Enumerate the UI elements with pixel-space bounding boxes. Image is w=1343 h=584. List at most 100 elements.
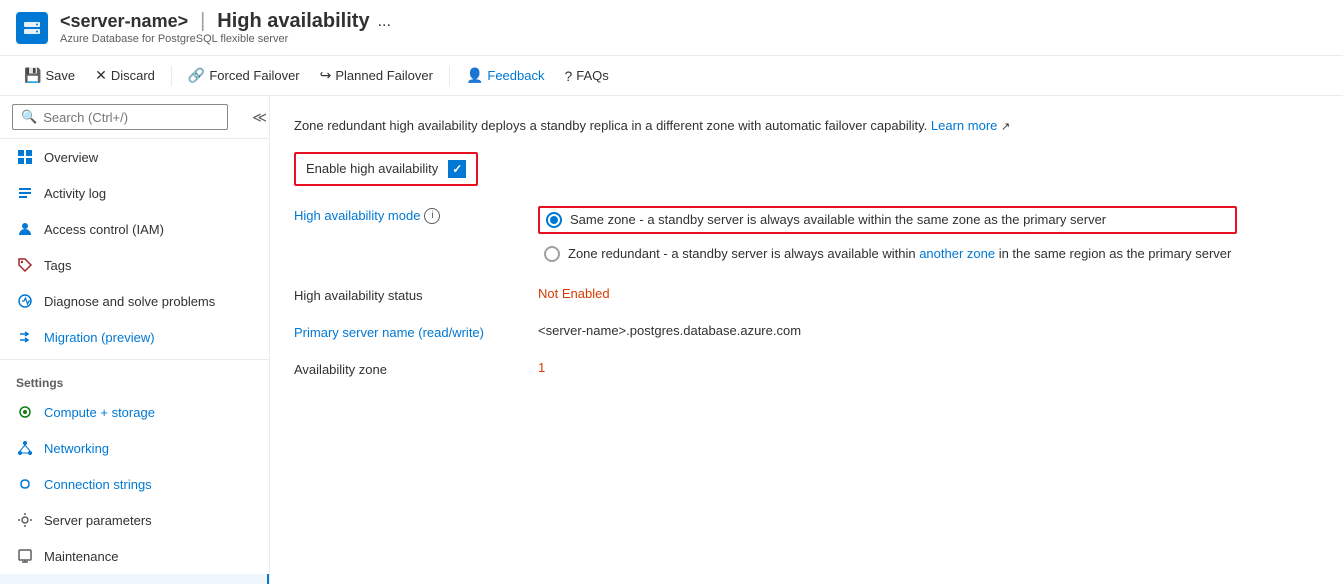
feedback-label: Feedback xyxy=(487,68,544,83)
primary-server-row: Primary server name (read/write) <server… xyxy=(294,323,1319,340)
sidebar-item-overview[interactable]: Overview xyxy=(0,139,269,175)
header-separator: | xyxy=(200,10,205,33)
zone-redundant-label: Zone redundant - a standby server is alw… xyxy=(568,246,1231,261)
availability-zone-label: Availability zone xyxy=(294,360,514,377)
toolbar: 💾 Save ✕ Discard 🔗 Forced Failover ↪ Pla… xyxy=(0,56,1343,96)
sidebar-item-high-availability[interactable]: High availability xyxy=(0,574,269,584)
toolbar-sep-2 xyxy=(449,66,450,86)
ha-mode-info-icon[interactable]: i xyxy=(424,208,440,224)
search-box[interactable]: 🔍 xyxy=(12,104,228,130)
diagnose-icon xyxy=(16,292,34,310)
availability-zone-value: 1 xyxy=(538,360,545,375)
ha-mode-zone-redundant[interactable]: Zone redundant - a standby server is alw… xyxy=(538,242,1237,266)
availability-zone-row: Availability zone 1 xyxy=(294,360,1319,377)
maintenance-icon xyxy=(16,547,34,565)
forced-failover-button[interactable]: 🔗 Forced Failover xyxy=(180,62,308,89)
nav-divider-1 xyxy=(0,359,269,360)
main-content: Zone redundant high availability deploys… xyxy=(270,96,1343,584)
sidebar-item-connection-strings[interactable]: Connection strings xyxy=(0,466,269,502)
faqs-button[interactable]: ? FAQs xyxy=(556,63,616,89)
enable-ha-label: Enable high availability xyxy=(306,161,438,176)
primary-server-label: Primary server name (read/write) xyxy=(294,323,514,340)
save-button[interactable]: 💾 Save xyxy=(16,62,83,89)
planned-failover-icon: ↪ xyxy=(320,67,332,84)
enable-ha-container[interactable]: Enable high availability xyxy=(294,152,478,186)
save-icon: 💾 xyxy=(24,67,41,84)
header-ellipsis-menu[interactable]: ... xyxy=(378,13,391,31)
server-parameters-icon xyxy=(16,511,34,529)
server-name: <server-name> xyxy=(60,11,188,32)
sidebar: 🔍 ≪ Overview Activity log Access control… xyxy=(0,96,270,584)
description-text: Zone redundant high availability deploys… xyxy=(294,116,1319,136)
sidebar-item-server-parameters-label: Server parameters xyxy=(44,513,152,528)
ha-mode-label-text: High availability mode xyxy=(294,208,420,223)
sidebar-item-activity-log-label: Activity log xyxy=(44,186,106,201)
sidebar-item-migration[interactable]: Migration (preview) xyxy=(0,319,269,355)
main-layout: 🔍 ≪ Overview Activity log Access control… xyxy=(0,96,1343,584)
sidebar-item-maintenance[interactable]: Maintenance xyxy=(0,538,269,574)
discard-label: Discard xyxy=(111,68,155,83)
sidebar-item-diagnose-label: Diagnose and solve problems xyxy=(44,294,215,309)
header-title-area: <server-name> | High availability ... Az… xyxy=(60,10,391,45)
planned-failover-button[interactable]: ↪ Planned Failover xyxy=(312,62,441,89)
ha-mode-row: High availability mode i Same zone - a s… xyxy=(294,206,1319,266)
page-header: <server-name> | High availability ... Az… xyxy=(0,0,1343,56)
zone-redundant-radio[interactable] xyxy=(544,246,560,262)
sidebar-item-connection-strings-label: Connection strings xyxy=(44,477,152,492)
discard-icon: ✕ xyxy=(95,67,107,84)
forced-failover-label: Forced Failover xyxy=(209,68,299,83)
collapse-sidebar-button[interactable]: ≪ xyxy=(244,105,270,130)
sidebar-item-server-parameters[interactable]: Server parameters xyxy=(0,502,269,538)
header-subtitle: Azure Database for PostgreSQL flexible s… xyxy=(60,33,391,45)
ha-mode-same-zone[interactable]: Same zone - a standby server is always a… xyxy=(538,206,1237,234)
toolbar-sep-1 xyxy=(171,66,172,86)
same-zone-label: Same zone - a standby server is always a… xyxy=(570,212,1106,227)
page-title: High availability xyxy=(217,10,369,33)
feedback-button[interactable]: 👤 Feedback xyxy=(458,62,553,89)
faqs-label: FAQs xyxy=(576,68,609,83)
sidebar-item-access-control-label: Access control (IAM) xyxy=(44,222,164,237)
same-zone-radio[interactable] xyxy=(546,212,562,228)
sidebar-item-networking-label: Networking xyxy=(44,441,109,456)
access-control-icon xyxy=(16,220,34,238)
settings-section-header: Settings xyxy=(0,364,269,394)
ha-status-row: High availability status Not Enabled xyxy=(294,286,1319,303)
ha-status-value: Not Enabled xyxy=(538,286,610,301)
sidebar-item-migration-label: Migration (preview) xyxy=(44,330,155,345)
sidebar-item-diagnose[interactable]: Diagnose and solve problems xyxy=(0,283,269,319)
discard-button[interactable]: ✕ Discard xyxy=(87,62,163,89)
sidebar-item-tags[interactable]: Tags xyxy=(0,247,269,283)
description-text-main: Zone redundant high availability deploys… xyxy=(294,118,927,133)
ha-mode-options: Same zone - a standby server is always a… xyxy=(538,206,1237,266)
sidebar-item-maintenance-label: Maintenance xyxy=(44,549,118,564)
networking-icon xyxy=(16,439,34,457)
external-link-icon: ↗ xyxy=(1001,121,1010,133)
ha-mode-label: High availability mode i xyxy=(294,206,514,224)
learn-more-link[interactable]: Learn more xyxy=(931,118,997,133)
sidebar-item-activity-log[interactable]: Activity log xyxy=(0,175,269,211)
activity-log-icon xyxy=(16,184,34,202)
sidebar-item-compute-storage-label: Compute + storage xyxy=(44,405,155,420)
connection-strings-icon xyxy=(16,475,34,493)
enable-ha-checkbox[interactable] xyxy=(448,160,466,178)
primary-server-value: <server-name>.postgres.database.azure.co… xyxy=(538,323,801,338)
migration-icon xyxy=(16,328,34,346)
sidebar-item-tags-label: Tags xyxy=(44,258,71,273)
search-row: 🔍 ≪ xyxy=(0,96,269,139)
feedback-icon: 👤 xyxy=(466,67,483,84)
sidebar-item-access-control[interactable]: Access control (IAM) xyxy=(0,211,269,247)
sidebar-item-networking[interactable]: Networking xyxy=(0,430,269,466)
sidebar-item-overview-label: Overview xyxy=(44,150,98,165)
zone-redundant-highlight: another zone xyxy=(919,246,995,261)
tags-icon xyxy=(16,256,34,274)
planned-failover-label: Planned Failover xyxy=(335,68,433,83)
faqs-icon: ? xyxy=(564,68,572,84)
overview-icon xyxy=(16,148,34,166)
search-input[interactable] xyxy=(43,110,219,125)
server-icon xyxy=(16,12,48,44)
compute-storage-icon xyxy=(16,403,34,421)
sidebar-item-compute-storage[interactable]: Compute + storage xyxy=(0,394,269,430)
ha-status-label: High availability status xyxy=(294,286,514,303)
save-label: Save xyxy=(45,68,75,83)
forced-failover-icon: 🔗 xyxy=(188,67,205,84)
